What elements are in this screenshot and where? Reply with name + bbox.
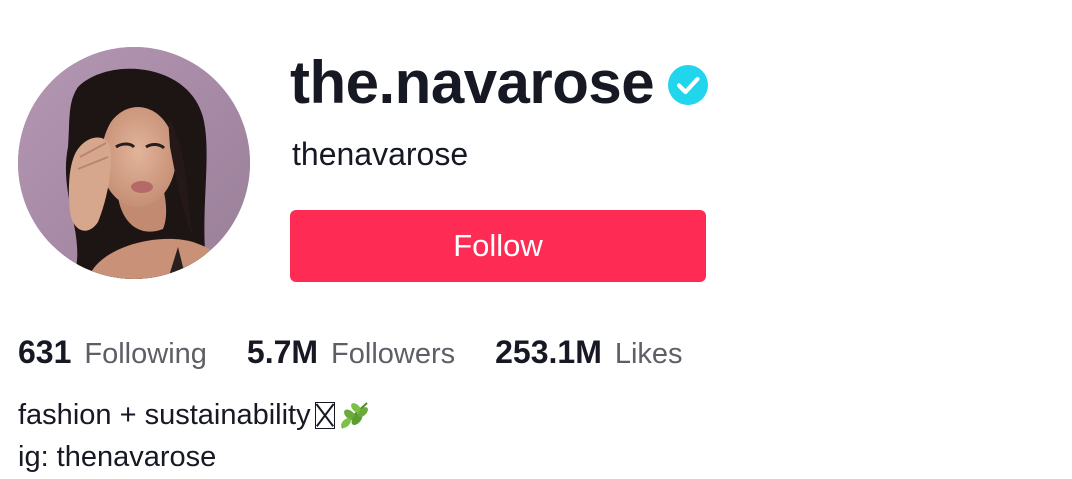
herb-leaf-icon <box>337 398 371 432</box>
bio-line-1: fashion + sustainability <box>18 394 371 436</box>
follow-button[interactable]: Follow <box>290 210 706 282</box>
bio-line-2: ig: thenavarose <box>18 436 371 478</box>
bio: fashion + sustainability ig: thenavarose <box>18 394 371 478</box>
stat-likes: 253.1M Likes <box>495 334 682 371</box>
profile-avatar[interactable] <box>18 47 250 279</box>
following-count: 631 <box>18 333 72 370</box>
bio-text-2: ig: thenavarose <box>18 441 217 473</box>
missing-glyph-icon <box>314 401 335 429</box>
followers-label: Followers <box>331 337 456 370</box>
username: thenavarose <box>292 136 469 172</box>
likes-label: Likes <box>614 337 683 370</box>
profile-header: the.navarose <box>290 48 709 118</box>
verified-badge-icon <box>668 65 709 105</box>
display-name: the.navarose <box>290 49 655 116</box>
followers-count: 5.7M <box>246 333 319 370</box>
following-label: Following <box>84 337 207 370</box>
stat-following[interactable]: 631 Following <box>18 334 207 371</box>
likes-count: 253.1M <box>495 333 602 370</box>
avatar-image <box>18 47 250 279</box>
profile-stats: 631 Following 5.7M Followers 253.1M Like… <box>18 330 723 374</box>
stat-followers[interactable]: 5.7M Followers <box>247 334 455 371</box>
bio-text-1: fashion + sustainability <box>18 399 311 431</box>
